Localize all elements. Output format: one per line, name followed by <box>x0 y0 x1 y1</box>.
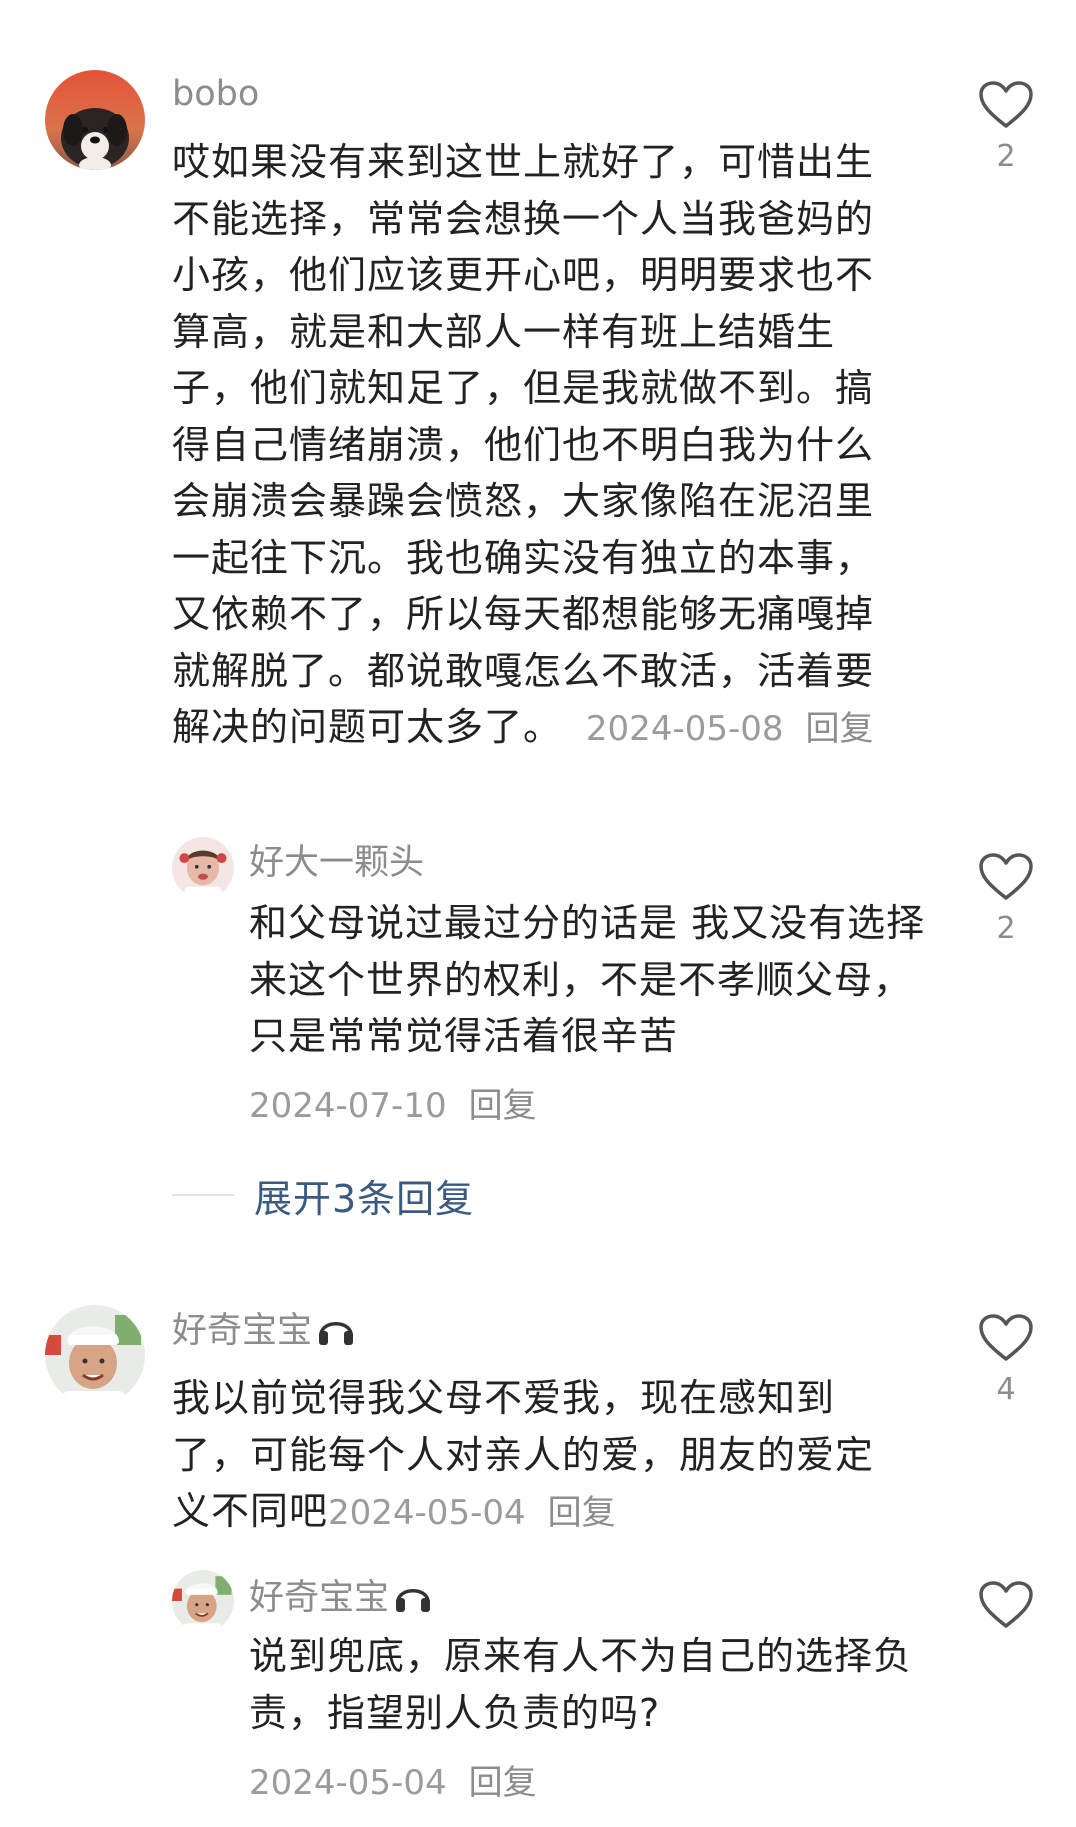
comment-meta: 2024-05-08 回复 <box>575 709 874 749</box>
expand-replies-button[interactable]: 展开3条回复 <box>254 1168 474 1223</box>
dog-avatar-icon <box>45 70 145 170</box>
like-button[interactable]: 2 <box>976 852 1036 946</box>
expand-divider <box>172 1194 234 1196</box>
like-count: 4 <box>996 1372 1016 1407</box>
comment-text: 我以前觉得我父母不爱我，现在感知到了，可能每个人对亲人的爱，朋友的爱定义不同吧2… <box>172 1370 892 1542</box>
reply-date: 2024-05-04 <box>249 1763 447 1803</box>
headphones-icon <box>393 1576 433 1623</box>
comment-meta: 2024-05-04 回复 <box>328 1493 616 1533</box>
headphones-icon <box>316 1309 356 1356</box>
reply-button[interactable]: 回复 <box>548 1493 616 1533</box>
like-count: 2 <box>996 911 1016 946</box>
reply-button[interactable]: 回复 <box>806 709 874 749</box>
reply-text: 说到兜底，原来有人不为自己的选择负责，指望别人负责的吗? <box>249 1634 913 1735</box>
username-text: 好奇宝宝 <box>249 1578 390 1618</box>
username[interactable]: bobo <box>172 74 259 114</box>
reply-text: 和父母说过最过分的话是 我又没有选择来这个世界的权利，不是不孝顺父母，只是常常觉… <box>249 901 926 1058</box>
reply-button[interactable]: 回复 <box>469 1763 537 1803</box>
like-count: 2 <box>996 139 1016 174</box>
heart-icon <box>979 1314 1033 1361</box>
like-button[interactable] <box>976 1580 1036 1630</box>
like-button[interactable]: 4 <box>976 1313 1036 1407</box>
person-avatar-icon <box>172 837 234 899</box>
comment-text: 哎如果没有来到这世上就好了，可惜出生不能选择，常常会想换一个人当我爸妈的小孩，他… <box>172 134 892 758</box>
avatar[interactable] <box>45 1305 145 1405</box>
reply-date: 2024-07-10 <box>249 1086 447 1126</box>
chef-avatar-icon <box>45 1305 145 1405</box>
comment-date: 2024-05-08 <box>585 709 784 749</box>
expand-replies[interactable]: 展开3条回复 <box>172 1168 474 1223</box>
reply-meta: 2024-07-10 回复 <box>249 1086 537 1126</box>
chef-avatar-icon <box>172 1570 234 1632</box>
comment-date: 2024-05-04 <box>328 1493 526 1533</box>
comment-text-content: 哎如果没有来到这世上就好了，可惜出生不能选择，常常会想换一个人当我爸妈的小孩，他… <box>172 140 875 749</box>
username[interactable]: 好大一颗头 <box>249 843 424 883</box>
avatar[interactable] <box>172 1570 234 1632</box>
reply-meta: 2024-05-04 回复 <box>249 1763 537 1803</box>
heart-icon <box>979 853 1033 900</box>
like-button[interactable]: 2 <box>976 80 1036 174</box>
avatar[interactable] <box>172 837 234 899</box>
username[interactable]: 好奇宝宝 <box>249 1576 433 1623</box>
avatar[interactable] <box>45 70 145 170</box>
username-text: 好奇宝宝 <box>172 1311 313 1351</box>
heart-icon <box>979 81 1033 128</box>
heart-icon <box>979 1581 1033 1628</box>
username[interactable]: 好奇宝宝 <box>172 1309 356 1356</box>
reply-button[interactable]: 回复 <box>469 1086 537 1126</box>
